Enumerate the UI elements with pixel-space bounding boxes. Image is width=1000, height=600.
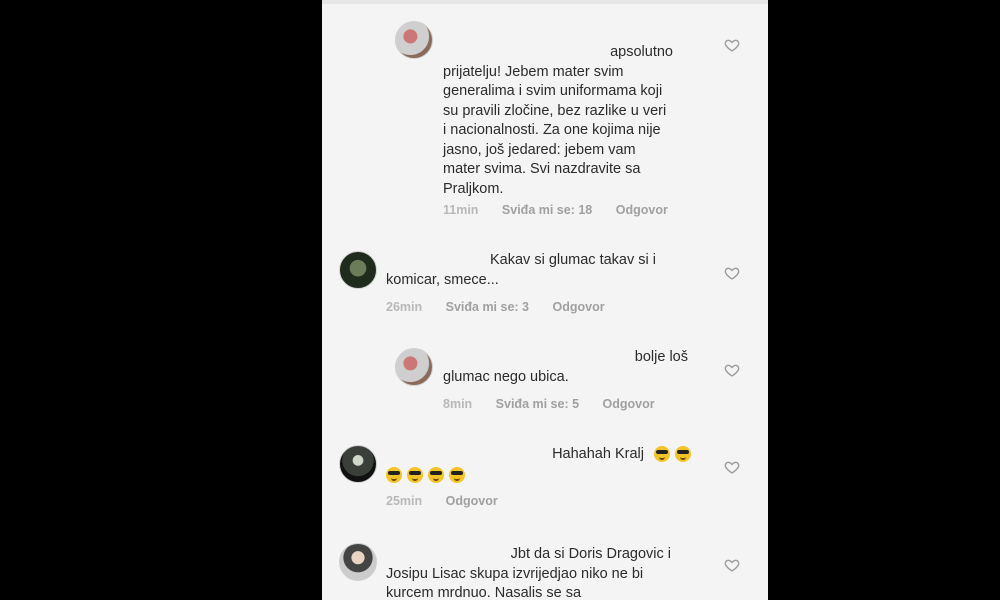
like-count-button[interactable]: Sviđa mi se: 3: [446, 300, 529, 314]
comment-meta: 8min Sviđa mi se: 5 Odgovor: [443, 397, 675, 411]
comment-text: Hahahah Kralj: [536, 445, 696, 465]
heart-icon[interactable]: [724, 265, 740, 281]
sunglasses-emoji-icon: [675, 446, 691, 463]
comment-first-line: Kakav si glumac takav si i: [489, 252, 656, 268]
comment-time: 11min: [443, 203, 479, 217]
comment-meta: 26min Sviđa mi se: 3 Odgovor: [386, 300, 625, 314]
comment-body: komicar, smece...: [386, 271, 499, 288]
sunglasses-emoji-icon: [428, 466, 444, 483]
reply-button[interactable]: Odgovor: [552, 300, 604, 314]
avatar[interactable]: [339, 251, 377, 289]
comments-screen: apsolutno prijatelju! Jebem mater svim g…: [322, 0, 768, 600]
reply-button[interactable]: Odgovor: [446, 494, 498, 508]
sunglasses-emoji-icon: [449, 466, 465, 483]
avatar[interactable]: [339, 445, 377, 483]
comment-text: Kakav si glumac takav si i komicar, smec…: [386, 251, 656, 290]
divider: [322, 0, 768, 4]
sunglasses-emoji-icon: [654, 446, 670, 463]
comment-time: 8min: [443, 397, 473, 411]
comment-meta: 11min Sviđa mi se: 18 Odgovor: [443, 203, 688, 217]
avatar[interactable]: [395, 348, 433, 386]
like-count-button[interactable]: Sviđa mi se: 18: [502, 203, 592, 217]
comment-text: Jbt da si Doris Dragovic i Josipu Lisac …: [386, 545, 671, 600]
avatar[interactable]: [395, 21, 433, 59]
sunglasses-emoji-icon: [386, 466, 402, 483]
comment-first-line: apsolutno: [610, 44, 673, 60]
comment-first-line: Hahahah Kralj: [552, 446, 644, 462]
comment-text: apsolutno prijatelju! Jebem mater svim g…: [443, 43, 673, 199]
comment-meta: 25min Odgovor: [386, 494, 518, 508]
comment-body: Josipu Lisac skupa izvrijedjao niko ne b…: [386, 565, 644, 600]
heart-icon[interactable]: [724, 557, 740, 573]
comment-time: 26min: [386, 300, 423, 314]
sunglasses-emoji-icon: [407, 466, 423, 483]
emoji-row: [386, 466, 470, 484]
comment-body: glumac nego ubica.: [443, 368, 569, 385]
heart-icon[interactable]: [724, 37, 740, 53]
reply-button[interactable]: Odgovor: [616, 203, 668, 217]
comment-body: prijatelju! Jebem mater svim generalima …: [443, 63, 667, 197]
avatar[interactable]: [339, 543, 377, 581]
like-count-button[interactable]: Sviđa mi se: 5: [496, 397, 579, 411]
comment-text: bolje loš glumac nego ubica.: [443, 348, 688, 387]
comment-first-line: Jbt da si Doris Dragovic i: [510, 546, 671, 562]
heart-icon[interactable]: [724, 459, 740, 475]
comment-first-line: bolje loš: [634, 349, 688, 365]
comment-time: 25min: [386, 494, 423, 508]
reply-button[interactable]: Odgovor: [603, 397, 655, 411]
heart-icon[interactable]: [724, 362, 740, 378]
